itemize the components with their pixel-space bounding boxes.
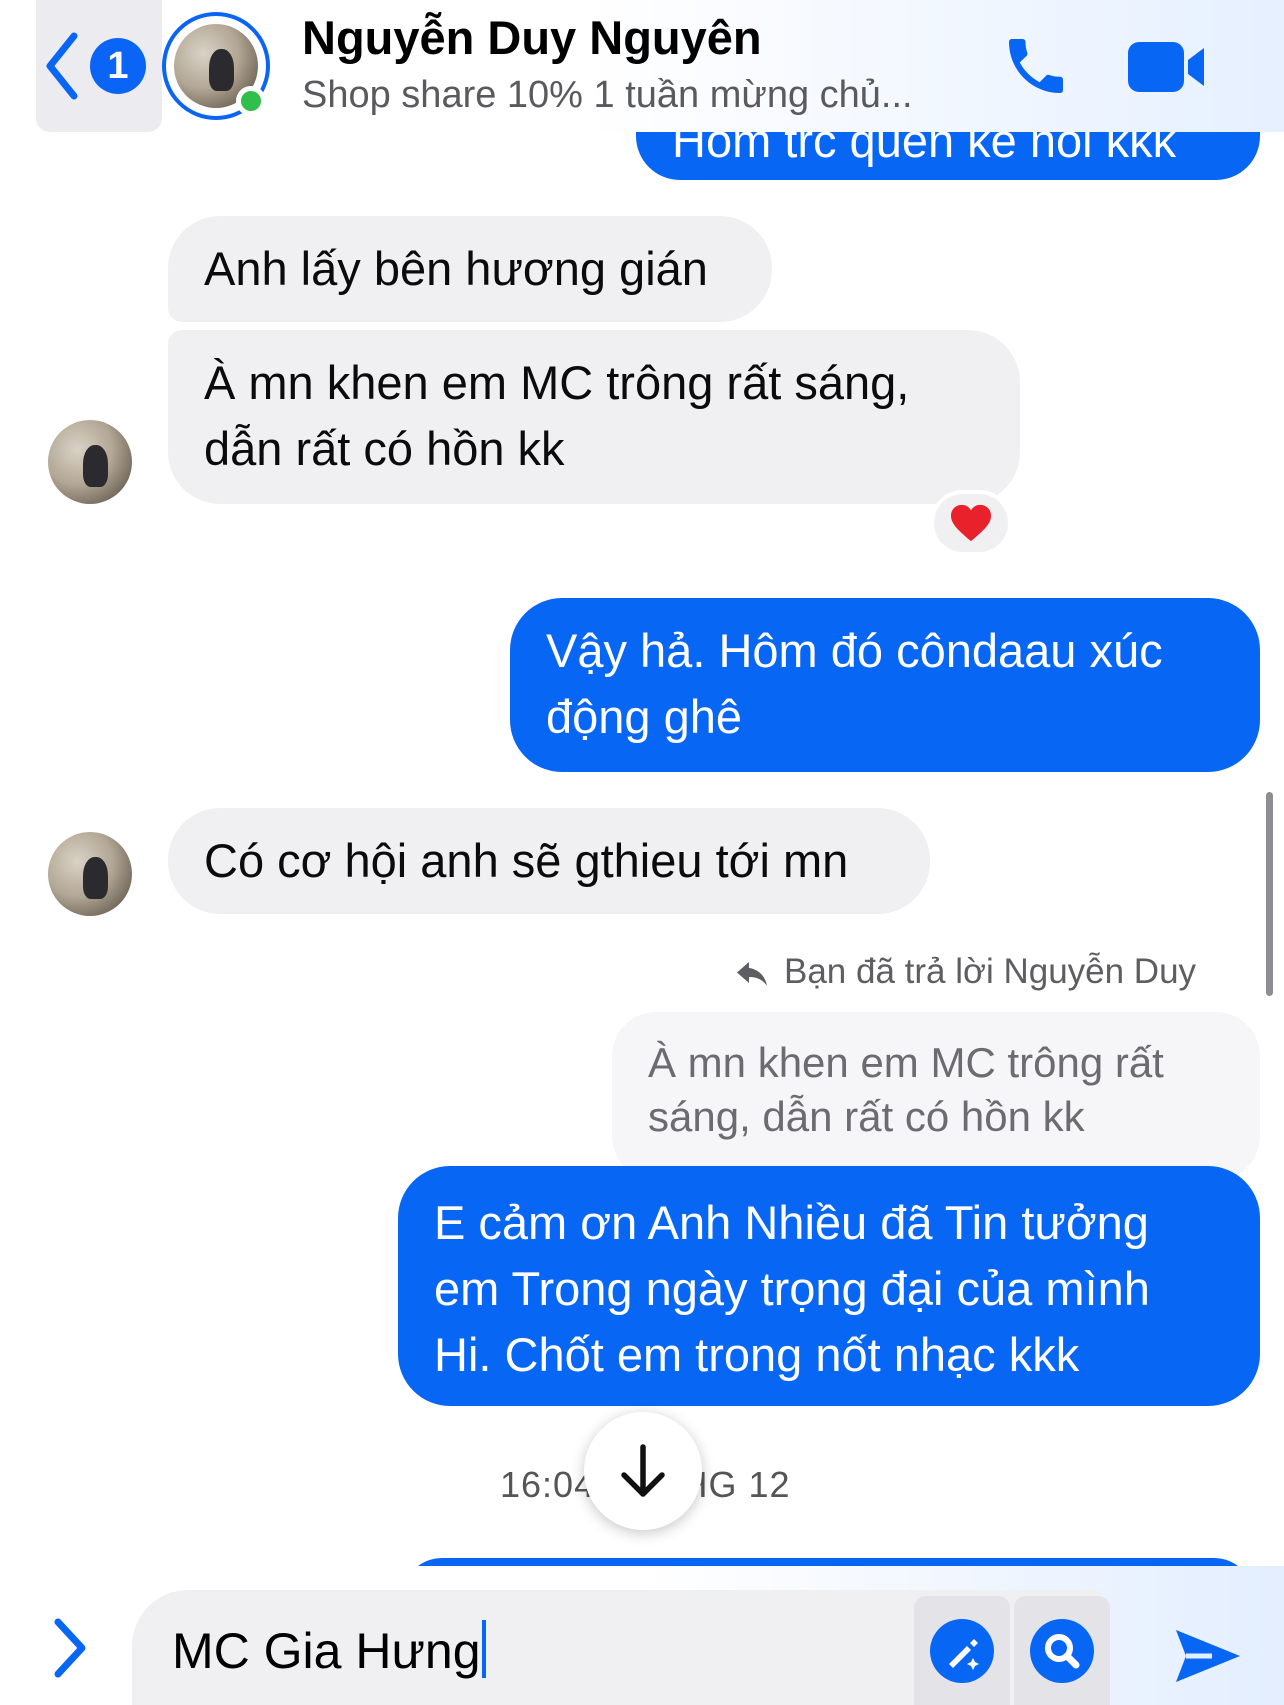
message-reaction[interactable] [930, 490, 1012, 556]
message-text-line: động ghê [546, 690, 743, 743]
message-outgoing-3[interactable]: Vậy hả. Hôm đó côndaau xúc động ghê [510, 598, 1260, 772]
message-text-line: dẫn rất có hồn kk [204, 422, 565, 475]
chevron-right-icon[interactable] [50, 1616, 90, 1680]
message-input[interactable]: MC Gia Hưng [172, 1620, 486, 1680]
message-incoming-2[interactable]: À mn khen em MC trông rất sáng, dẫn rất … [168, 330, 1020, 504]
reply-arrow-icon [737, 962, 767, 986]
search-icon [1030, 1618, 1094, 1683]
sender-avatar[interactable] [48, 420, 132, 504]
heart-icon [951, 504, 991, 542]
chevron-left-icon [46, 32, 78, 100]
scrollbar[interactable] [1266, 792, 1273, 996]
phone-icon [1009, 39, 1063, 93]
quoted-text-line: sáng, dẫn rất có hồn kk [648, 1093, 1085, 1140]
quoted-message[interactable]: À mn khen em MC trông rất sáng, dẫn rất … [612, 1012, 1260, 1180]
search-button[interactable] [1014, 1596, 1110, 1705]
text-caret [481, 1620, 486, 1678]
message-text-line: À mn khen em MC trông rất sáng, [204, 356, 910, 409]
magic-edit-button[interactable] [914, 1596, 1010, 1705]
online-status-dot [236, 86, 266, 116]
sender-avatar[interactable] [48, 832, 132, 916]
message-input-value: MC Gia Hưng [172, 1623, 481, 1679]
message-text-line: E cảm ơn Anh Nhiều đã Tin tưởng [434, 1196, 1149, 1249]
video-camera-icon [1128, 42, 1204, 92]
message-text-line: Hi. Chốt em trong nốt nhạc kkk [434, 1328, 1080, 1381]
reply-note: Bạn đã trả lời Nguyễn Duy [784, 952, 1197, 991]
contact-subtitle: Shop share 10% 1 tuần mừng chủ... [302, 74, 913, 116]
message-text: Có cơ hội anh sẽ gthieu tới mn [204, 834, 849, 887]
back-button[interactable]: 1 [36, 0, 162, 132]
magic-wand-icon [930, 1618, 994, 1683]
unread-badge: 1 [90, 38, 146, 94]
audio-call-button[interactable] [1000, 30, 1072, 107]
chat-header: 1 Nguyễn Duy Nguyên Shop share 10% 1 tuầ… [0, 0, 1284, 132]
send-icon[interactable] [1172, 1624, 1244, 1688]
arrow-down-icon [621, 1444, 665, 1497]
video-call-button[interactable] [1126, 38, 1208, 101]
scroll-to-bottom-button[interactable] [584, 1412, 702, 1530]
contact-name[interactable]: Nguyễn Duy Nguyên [302, 10, 762, 65]
message-text: Anh lấy bên hương gián [204, 242, 708, 295]
quoted-text-line: À mn khen em MC trông rất [648, 1039, 1164, 1086]
message-text-line: Vậy hả. Hôm đó côndaau xúc [546, 624, 1163, 677]
message-outgoing-5[interactable]: E cảm ơn Anh Nhiều đã Tin tưởng em Trong… [398, 1166, 1260, 1406]
message-text-line: em Trong ngày trọng đại của mình [434, 1262, 1150, 1315]
message-incoming-1[interactable]: Anh lấy bên hương gián [168, 216, 772, 322]
message-incoming-4[interactable]: Có cơ hội anh sẽ gthieu tới mn [168, 808, 930, 914]
